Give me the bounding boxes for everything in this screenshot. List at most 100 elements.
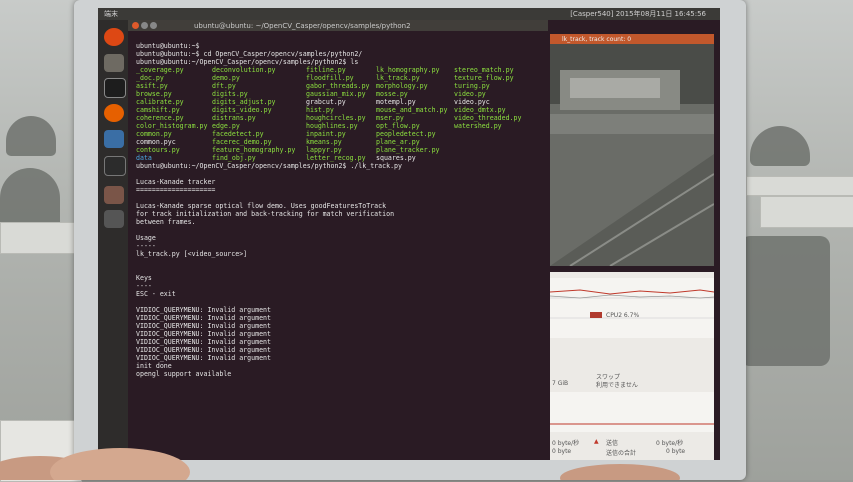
file-entry: motempl.py [376, 98, 416, 106]
upload-arrow-icon: ▲ [594, 438, 599, 445]
file-entry: distrans.py [212, 114, 256, 122]
ubuntu-top-panel: 端末 [Casper540] 2015年08月11日 16:45:56 [98, 8, 720, 20]
output-line: VIDIOC_QUERYMENU: Invalid argument [136, 314, 271, 322]
file-entry: camshift.py [136, 106, 180, 114]
minimize-icon[interactable] [141, 22, 148, 29]
network-graph [550, 392, 714, 432]
files-icon[interactable] [104, 54, 124, 72]
file-entry: asift.py [136, 82, 168, 90]
file-entry: feature_homography.py [212, 146, 296, 154]
file-entry: coherence.py [136, 114, 184, 122]
output-line: lk_track.py [<video_source>] [136, 250, 248, 258]
terminal-icon[interactable] [104, 78, 126, 98]
desk [0, 222, 82, 254]
cpu-legend: CPU2 6.7% [606, 312, 640, 319]
maximize-icon[interactable] [150, 22, 157, 29]
output-line: init done [136, 362, 172, 370]
file-entry: turing.py [454, 82, 490, 90]
output-line: ESC - exit [136, 290, 176, 298]
output-line: Usage [136, 234, 156, 242]
file-entry: browse.py [136, 90, 172, 98]
terminal-title: ubuntu@ubuntu: ~/OpenCV_Casper/opencv/sa… [194, 22, 411, 30]
file-entry: lappyr.py [306, 146, 342, 154]
file-entry: video_threaded.py [454, 114, 522, 122]
file-entry: find_obj.py [212, 154, 256, 162]
output-line: ---- [136, 282, 152, 290]
file-entry: hist.py [306, 106, 334, 114]
output-line: ==================== [136, 186, 216, 194]
output-line: VIDIOC_QUERYMENU: Invalid argument [136, 322, 271, 330]
file-entry: mser.py [376, 114, 404, 122]
unity-launcher [98, 20, 128, 460]
output-line: VIDIOC_QUERYMENU: Invalid argument [136, 306, 271, 314]
file-entry: texture_flow.py [454, 74, 514, 82]
file-entry: contours.py [136, 146, 180, 154]
file-entry: dft.py [212, 82, 236, 90]
file-entry: fitline.py [306, 66, 346, 74]
file-entry: floodfill.py [306, 74, 354, 82]
terminal-titlebar: ubuntu@ubuntu: ~/OpenCV_Casper/opencv/sa… [128, 20, 548, 31]
laptop-screen: 端末 [Casper540] 2015年08月11日 16:45:56 ubun… [98, 8, 720, 460]
memory-total: 7 GiB [552, 380, 569, 387]
output-line: Keys [136, 274, 152, 282]
file-entry: houghcircles.py [306, 114, 366, 122]
file-entry: common.pyc [136, 138, 176, 146]
send-total-label: 送信の合計 [606, 450, 637, 457]
system-monitor-window[interactable]: CPU2 6.7% 7 GiB スワップ 利用できません 0 byte/秒 0 … [550, 272, 714, 460]
file-entry: common.py [136, 130, 172, 138]
output-line: Lucas-Kanade sparse optical flow demo. U… [136, 202, 387, 210]
file-entry: _doc.py [136, 74, 164, 82]
dash-icon[interactable] [104, 28, 124, 46]
chair [750, 126, 810, 166]
file-entry: kmeans.py [306, 138, 342, 146]
file-entry: gaussian_mix.py [306, 90, 366, 98]
output-line: VIDIOC_QUERYMENU: Invalid argument [136, 346, 271, 354]
office-icon[interactable] [104, 130, 124, 148]
file-entry: opt_flow.py [376, 122, 420, 130]
firefox-icon[interactable] [104, 104, 124, 122]
terminal-output[interactable]: ubuntu@ubuntu:~$ ubuntu@ubuntu:~$ cd Ope… [130, 32, 550, 460]
chair [0, 168, 60, 228]
file-entry: plane_ar.py [376, 138, 420, 146]
file-entry: stereo_match.py [454, 66, 514, 74]
active-app-name: 端末 [104, 10, 118, 18]
receive-rate: 0 byte/秒 [552, 440, 580, 447]
panel-clock[interactable]: [Casper540] 2015年08月11日 16:45:56 [570, 9, 706, 19]
camera-frame [550, 44, 714, 266]
system-monitor-icon[interactable] [104, 156, 126, 176]
file-entry: mosse.py [376, 90, 408, 98]
swap-value: 利用できません [596, 382, 638, 389]
file-entry: data [136, 154, 152, 162]
cpu-legend-swatch [590, 312, 602, 318]
output-line: for track initialization and back-tracki… [136, 210, 395, 218]
desk [0, 420, 82, 482]
right-windows: lk_track, track count: 0 CPU2 6.7% 7 GiB… [550, 34, 720, 460]
chair [6, 116, 56, 156]
file-entry: facerec_demo.py [212, 138, 272, 146]
output-line: ----- [136, 242, 156, 250]
file-entry: houghlines.py [306, 122, 358, 130]
prompt-line: ubuntu@ubuntu:~$ cd OpenCV_Casper/opencv… [136, 50, 363, 58]
output-line: opengl support available [136, 370, 232, 378]
close-icon[interactable] [132, 22, 139, 29]
app-icon[interactable] [104, 186, 124, 204]
file-entry: video.py [454, 90, 486, 98]
file-entry: peopledetect.py [376, 130, 436, 138]
prompt-line: ubuntu@ubuntu:~/OpenCV_Casper/opencv/sam… [136, 58, 359, 66]
file-entry: facedetect.py [212, 130, 264, 138]
file-entry: digits.py [212, 90, 248, 98]
camera-window[interactable]: lk_track, track count: 0 [550, 34, 714, 266]
app-icon[interactable] [104, 210, 124, 228]
file-entry: mouse_and_match.py [376, 106, 448, 114]
file-entry: edge.py [212, 122, 240, 130]
cpu-graph [550, 278, 714, 338]
file-entry: demo.py [212, 74, 240, 82]
camera-titlebar: lk_track, track count: 0 [550, 34, 714, 44]
camera-title: lk_track, track count: 0 [562, 36, 632, 43]
prompt-line: ubuntu@ubuntu:~/OpenCV_Casper/opencv/sam… [136, 162, 402, 170]
file-entry: lk_track.py [376, 74, 420, 82]
output-line: VIDIOC_QUERYMENU: Invalid argument [136, 338, 271, 346]
file-entry: letter_recog.py [306, 154, 366, 162]
file-entry: watershed.py [454, 122, 502, 130]
chair [740, 236, 830, 366]
